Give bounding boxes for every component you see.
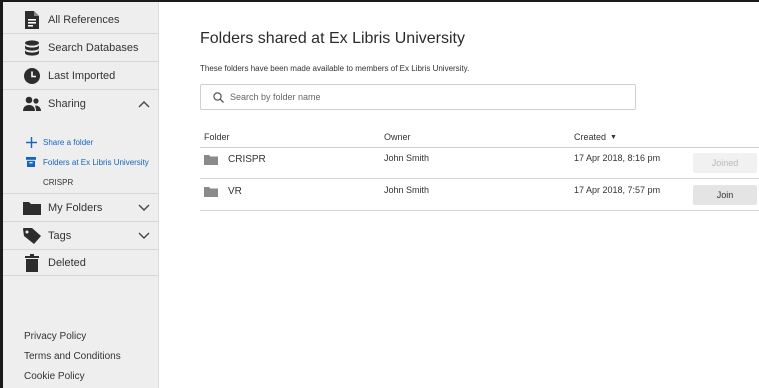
- column-header-created[interactable]: Created ▼: [574, 132, 617, 142]
- sidebar-item-last-imported[interactable]: Last Imported: [3, 62, 159, 90]
- document-icon: [22, 10, 42, 30]
- search-icon: [213, 91, 225, 103]
- folder-name: VR: [228, 185, 242, 197]
- sidebar-item-label: Last Imported: [48, 69, 116, 82]
- chevron-down-icon[interactable]: [137, 201, 151, 215]
- join-button[interactable]: Join: [693, 185, 757, 205]
- folder-icon: [204, 185, 218, 197]
- column-header-folder[interactable]: Folder: [204, 132, 230, 142]
- joined-button[interactable]: Joined: [693, 153, 757, 173]
- sidebar-item-tags[interactable]: Tags: [3, 222, 159, 250]
- clock-icon: [22, 66, 42, 86]
- sidebar-item-institution-folders[interactable]: Folders at Ex Libris University: [3, 153, 159, 171]
- sidebar-item-crispr[interactable]: CRISPR: [3, 173, 159, 191]
- table-row[interactable]: CRISPR John Smith 17 Apr 2018, 8:16 pm J…: [200, 148, 759, 179]
- owner-cell: John Smith: [384, 185, 430, 195]
- terms-link[interactable]: Terms and Conditions: [24, 351, 121, 362]
- tag-icon: [22, 226, 42, 246]
- database-icon: [22, 38, 42, 58]
- cookie-policy-link[interactable]: Cookie Policy: [24, 371, 85, 382]
- sidebar: All References Search Databases Last Imp…: [3, 2, 159, 388]
- sidebar-item-label: All References: [48, 13, 120, 26]
- sidebar-item-search-databases[interactable]: Search Databases: [3, 34, 159, 62]
- crispr-label: CRISPR: [43, 177, 74, 187]
- sidebar-item-label: Search Databases: [48, 41, 139, 54]
- owner-cell: John Smith: [384, 153, 430, 163]
- page-subtitle: These folders have been made available t…: [200, 64, 470, 73]
- sidebar-item-label: My Folders: [48, 201, 103, 214]
- share-folder-link[interactable]: Share a folder: [3, 133, 159, 151]
- sidebar-item-all-references[interactable]: All References: [3, 6, 159, 34]
- folder-name: CRISPR: [228, 153, 266, 165]
- folder-icon: [22, 198, 42, 218]
- chevron-down-icon[interactable]: [137, 229, 151, 243]
- folder-cell: VR: [204, 185, 242, 197]
- plus-icon: [25, 136, 37, 148]
- sort-desc-icon: ▼: [610, 133, 617, 141]
- archive-icon: [25, 157, 37, 167]
- page-title: Folders shared at Ex Libris University: [200, 30, 465, 47]
- privacy-policy-link[interactable]: Privacy Policy: [24, 331, 86, 342]
- share-folder-label: Share a folder: [43, 137, 94, 147]
- column-header-owner[interactable]: Owner: [384, 132, 411, 142]
- folder-cell: CRISPR: [204, 153, 266, 165]
- institution-folders-label: Folders at Ex Libris University: [43, 157, 149, 167]
- sidebar-item-my-folders[interactable]: My Folders: [3, 193, 159, 222]
- sidebar-item-label: Deleted: [48, 256, 86, 269]
- sidebar-item-deleted[interactable]: Deleted: [3, 250, 159, 276]
- main-content: Folders shared at Ex Libris University T…: [160, 2, 759, 388]
- chevron-up-icon[interactable]: [137, 97, 151, 111]
- sidebar-item-label: Sharing: [48, 98, 86, 110]
- folder-icon: [204, 153, 218, 165]
- created-header-label: Created: [574, 132, 607, 142]
- search-input[interactable]: [230, 92, 610, 102]
- sidebar-item-label: Tags: [48, 229, 72, 242]
- trash-icon: [22, 253, 42, 273]
- sidebar-item-sharing[interactable]: Sharing: [3, 90, 159, 118]
- people-icon: [22, 94, 42, 114]
- created-cell: 17 Apr 2018, 8:16 pm: [574, 153, 661, 163]
- search-box[interactable]: [200, 84, 636, 110]
- table-row[interactable]: VR John Smith 17 Apr 2018, 7:57 pm Join: [200, 180, 759, 211]
- created-cell: 17 Apr 2018, 7:57 pm: [574, 185, 661, 195]
